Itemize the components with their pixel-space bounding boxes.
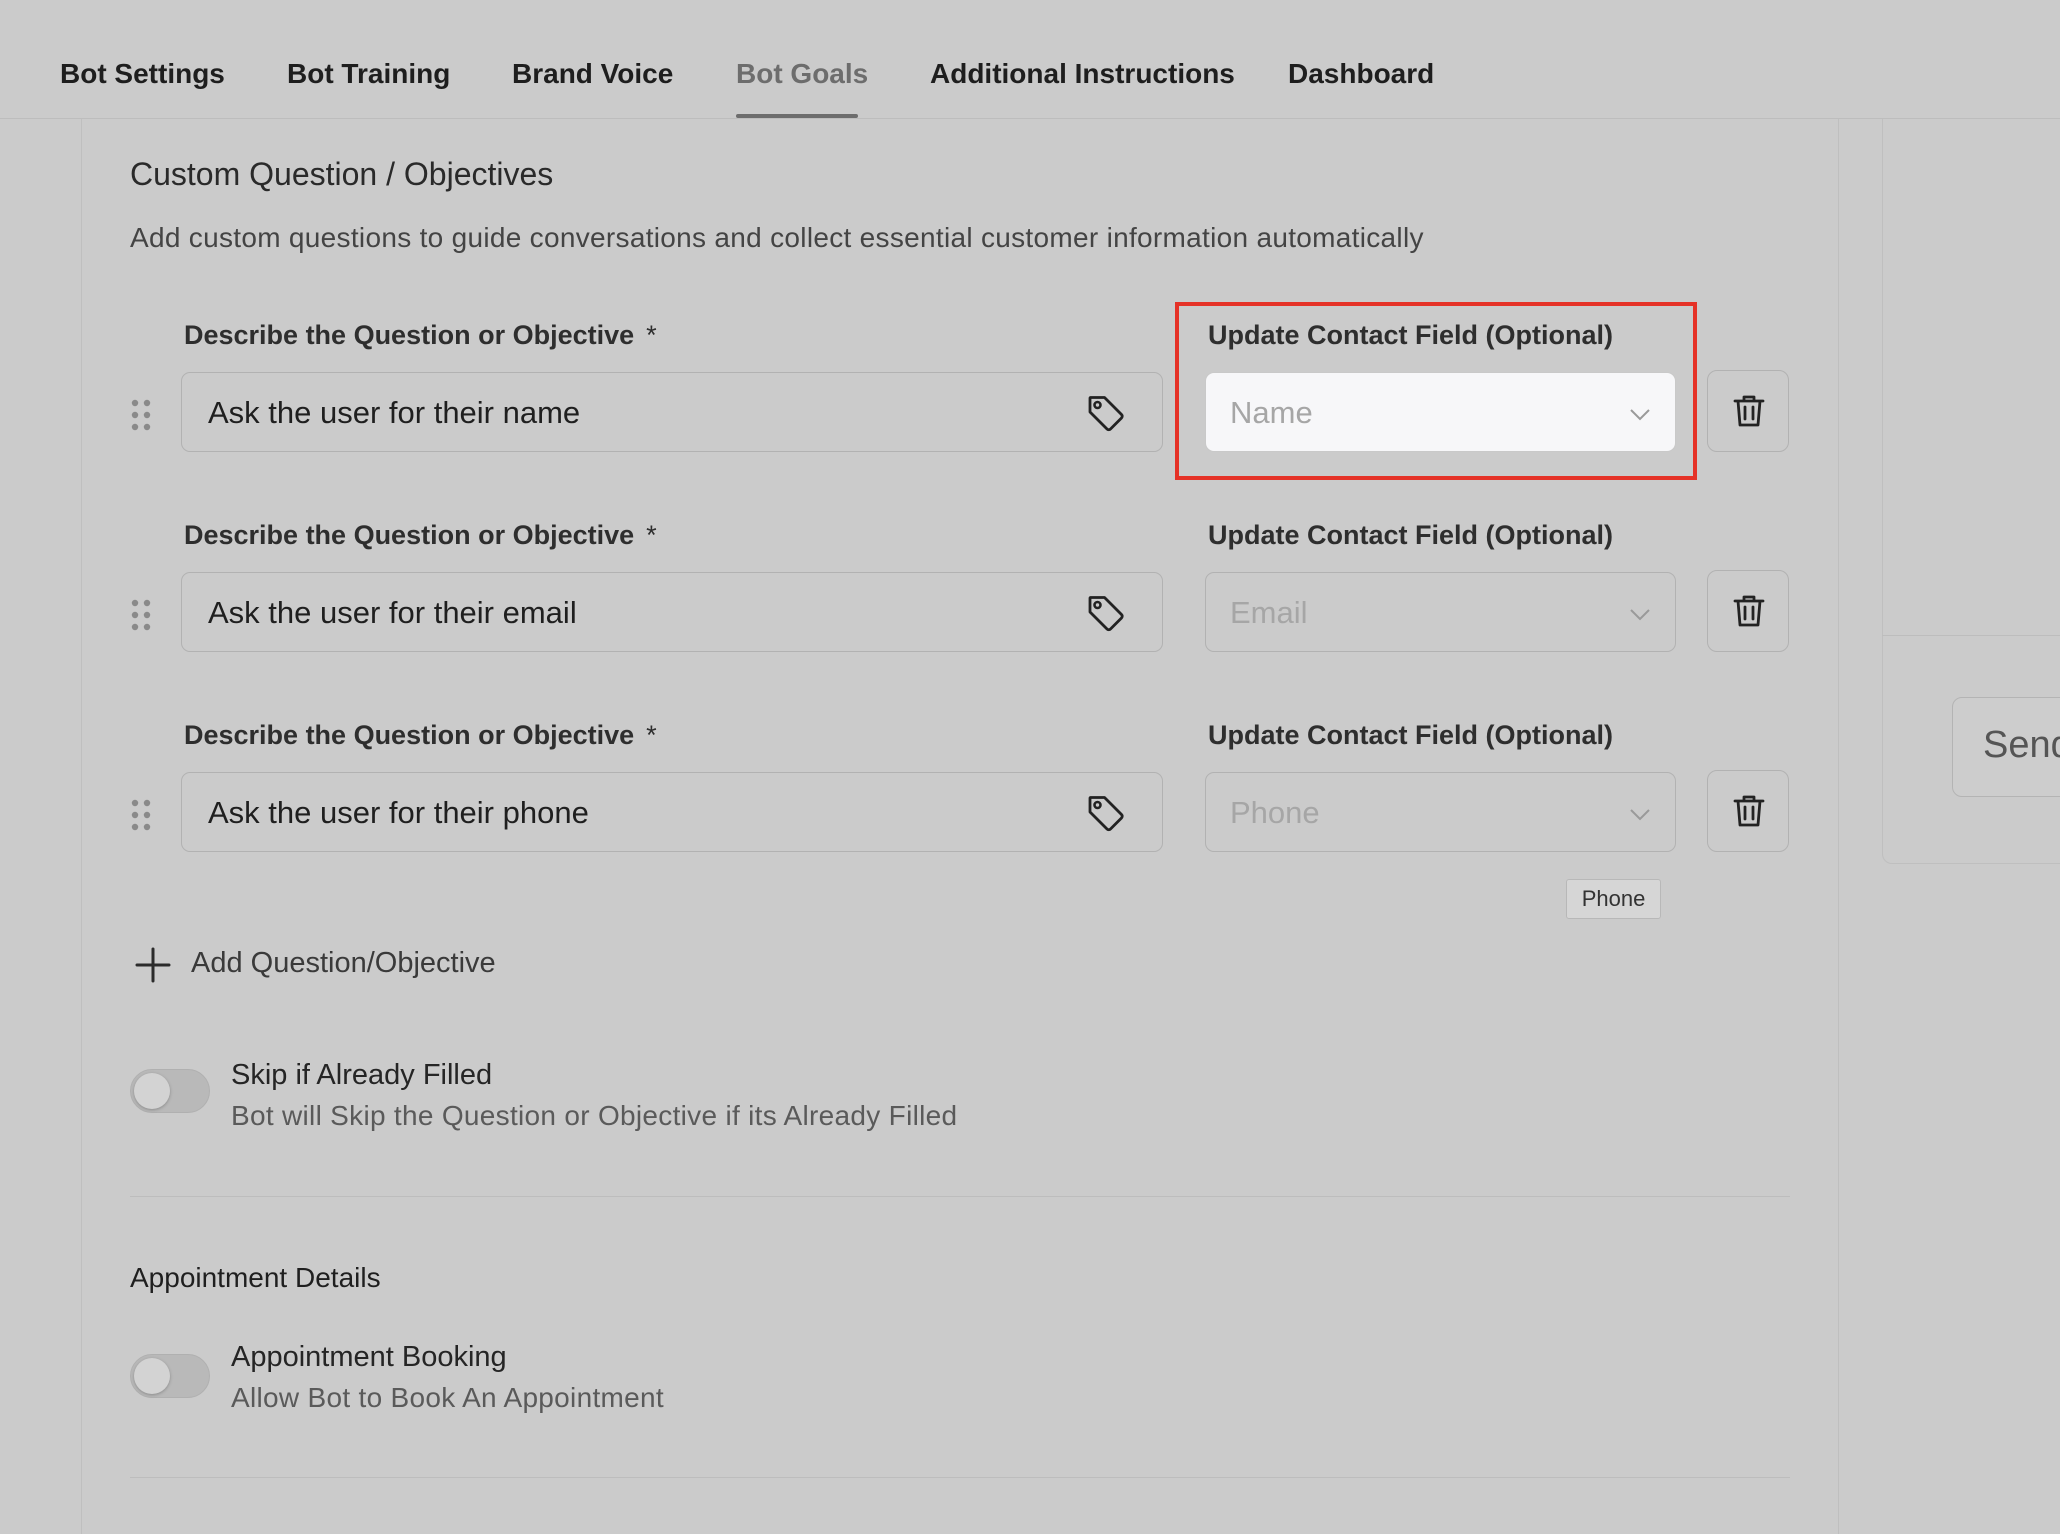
trash-icon: [1733, 795, 1765, 827]
question-input-value: Ask the user for their email: [208, 595, 577, 630]
question-label-text: Describe the Question or Objective: [184, 720, 635, 750]
section-description: Add custom questions to guide conversati…: [130, 222, 1424, 253]
drag-handle-icon[interactable]: [130, 398, 152, 432]
section-title: Custom Question / Objectives: [130, 156, 554, 192]
tab-bot-goals[interactable]: Bot Goals: [736, 58, 868, 90]
tooltip: Phone: [1566, 879, 1661, 919]
highlight-annotation: [1175, 302, 1697, 480]
plus-icon: [135, 947, 171, 983]
question-label: Describe the Question or Objective *: [184, 720, 657, 751]
skip-toggle-title: Skip if Already Filled: [231, 1059, 493, 1091]
preview-panel-divider: [1882, 635, 2060, 636]
active-tab-indicator: [736, 114, 858, 118]
appointment-heading: Appointment Details: [130, 1262, 381, 1293]
question-label: Describe the Question or Objective *: [184, 520, 657, 551]
question-input-value: Ask the user for their phone: [208, 795, 589, 830]
question-input[interactable]: Ask the user for their email: [181, 572, 1163, 652]
contact-field-select[interactable]: Email: [1205, 572, 1676, 652]
send-button[interactable]: Send: [1952, 697, 2060, 797]
tab-bar: Bot Settings Bot Training Brand Voice Bo…: [0, 0, 2060, 119]
question-input[interactable]: Ask the user for their phone: [181, 772, 1163, 852]
divider: [130, 1477, 1790, 1478]
trash-icon: [1733, 595, 1765, 627]
delete-question-button[interactable]: [1707, 370, 1789, 452]
required-mark: *: [646, 720, 657, 750]
tab-additional-instructions[interactable]: Additional Instructions: [930, 58, 1235, 90]
contact-field-placeholder: Email: [1230, 595, 1308, 630]
required-mark: *: [646, 320, 657, 350]
question-input-value: Ask the user for their name: [208, 395, 581, 430]
toggle-knob: [134, 1358, 170, 1394]
tag-icon[interactable]: [1086, 393, 1126, 433]
divider: [130, 1196, 1790, 1197]
tab-bot-settings[interactable]: Bot Settings: [60, 58, 225, 90]
tab-dashboard[interactable]: Dashboard: [1288, 58, 1434, 90]
question-label-text: Describe the Question or Objective: [184, 320, 635, 350]
skip-if-filled-toggle[interactable]: [130, 1069, 210, 1113]
delete-question-button[interactable]: [1707, 770, 1789, 852]
contact-field-label: Update Contact Field (Optional): [1208, 520, 1613, 550]
tab-brand-voice[interactable]: Brand Voice: [512, 58, 673, 90]
tab-bot-training[interactable]: Bot Training: [287, 58, 450, 90]
question-label: Describe the Question or Objective *: [184, 320, 657, 351]
drag-handle-icon[interactable]: [130, 598, 152, 632]
tag-icon[interactable]: [1086, 793, 1126, 833]
question-label-text: Describe the Question or Objective: [184, 520, 635, 550]
chevron-down-icon: [1630, 809, 1650, 821]
trash-icon: [1733, 395, 1765, 427]
drag-handle-icon[interactable]: [130, 798, 152, 832]
delete-question-button[interactable]: [1707, 570, 1789, 652]
appointment-booking-toggle[interactable]: [130, 1354, 210, 1398]
contact-field-label: Update Contact Field (Optional): [1208, 720, 1613, 750]
appointment-toggle-description: Allow Bot to Book An Appointment: [231, 1382, 664, 1413]
add-question-label: Add Question/Objective: [191, 947, 496, 979]
tag-icon[interactable]: [1086, 593, 1126, 633]
toggle-knob: [134, 1073, 170, 1109]
contact-field-placeholder: Phone: [1230, 795, 1320, 830]
appointment-toggle-title: Appointment Booking: [231, 1341, 507, 1373]
chevron-down-icon: [1630, 609, 1650, 621]
contact-field-select[interactable]: Phone: [1205, 772, 1676, 852]
required-mark: *: [646, 520, 657, 550]
question-input[interactable]: Ask the user for their name: [181, 372, 1163, 452]
skip-toggle-description: Bot will Skip the Question or Objective …: [231, 1100, 958, 1131]
